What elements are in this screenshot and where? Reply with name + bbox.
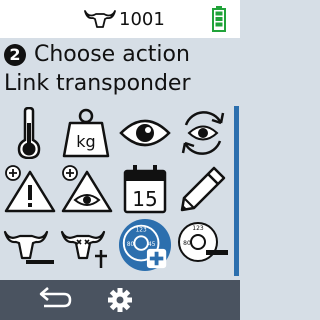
svg-text:123: 123 (136, 228, 147, 234)
transponder-add-icon: 123 80 45 (118, 218, 172, 272)
weight-kg-label: kg (76, 132, 95, 151)
svg-text:80: 80 (127, 242, 135, 248)
animal-number: 1001 (119, 9, 165, 30)
eye-icon (119, 119, 171, 147)
action-thermometer[interactable] (2, 106, 56, 160)
back-arrow-icon (39, 287, 72, 308)
eye-recheck-icon (181, 111, 225, 155)
gear-icon (108, 288, 132, 312)
settings-button[interactable] (104, 284, 136, 316)
back-button[interactable] (32, 284, 76, 316)
weight-kg-icon: kg (62, 108, 110, 158)
page-subtitle: Link transponder (4, 71, 191, 96)
animal-dead-icon (60, 230, 107, 268)
page-title: Choose action (34, 42, 190, 67)
scrollbar-thumb[interactable] (234, 106, 239, 276)
svg-text:123: 123 (192, 225, 204, 232)
thermometer-icon (17, 107, 41, 159)
action-edit[interactable] (176, 162, 230, 216)
action-calendar[interactable]: 15 (118, 162, 172, 216)
step-number-badge: 2 (4, 44, 26, 66)
calendar-icon: 15 (123, 165, 167, 214)
action-animal-remove[interactable] (2, 218, 56, 272)
cow-head-icon (84, 10, 116, 28)
action-eye-warning-add[interactable] (59, 162, 113, 216)
action-weight[interactable]: kg (59, 106, 113, 160)
warning-plus-icon (4, 165, 56, 213)
battery-full-icon (212, 6, 226, 32)
action-eye[interactable] (118, 106, 172, 160)
svg-text:45: 45 (148, 242, 156, 248)
action-eye-recheck[interactable] (176, 106, 230, 160)
svg-text:80: 80 (183, 240, 191, 247)
transponder-remove-icon: 123 80 (178, 222, 228, 262)
animal-remove-icon (3, 230, 54, 264)
calendar-day-label: 15 (132, 187, 157, 211)
action-warning-add[interactable] (2, 162, 56, 216)
eye-triangle-plus-icon (61, 165, 113, 213)
pencil-icon (180, 166, 226, 212)
action-animal-dead[interactable] (59, 218, 113, 272)
action-transponder-add[interactable]: 123 80 45 (118, 218, 172, 272)
status-bar: 1001 (0, 0, 240, 38)
action-transponder-remove[interactable]: 123 80 (176, 218, 230, 272)
